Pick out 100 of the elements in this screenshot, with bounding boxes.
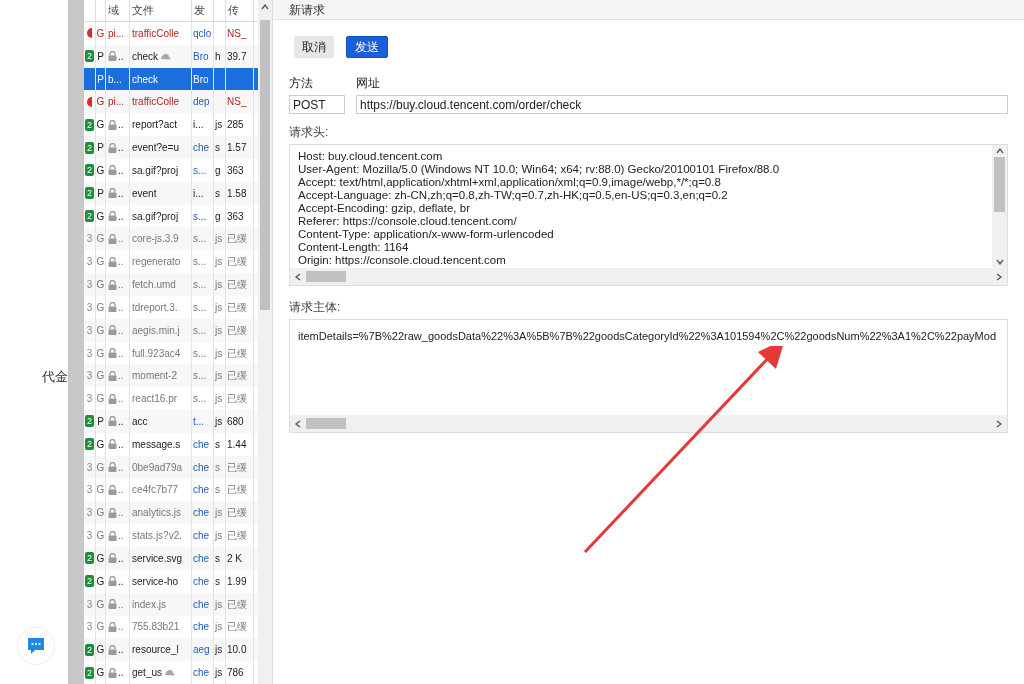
file-name: ce4fc7b77 xyxy=(132,483,179,498)
domain-text: .. xyxy=(118,346,124,361)
domain-text: .. xyxy=(118,163,124,178)
domain-text: .. xyxy=(118,232,124,247)
type-text: js xyxy=(215,506,223,521)
domain-text: .. xyxy=(118,437,124,452)
method-text: G xyxy=(96,620,105,635)
horizontal-scrollbar[interactable] xyxy=(290,415,1007,432)
method-text: G xyxy=(96,643,105,658)
status-code: 3 xyxy=(86,506,93,521)
type-text: s xyxy=(215,437,220,452)
initiator-text: i... xyxy=(193,118,204,133)
request-row[interactable]: 3 G .. 0be9ad79a che s 已缓 xyxy=(84,455,258,479)
status-code: 3 xyxy=(86,483,93,498)
file-name: service.svg xyxy=(132,551,182,566)
transferred-text: 已缓 xyxy=(227,460,247,475)
header-line: Content-Type: application/x-www-form-urlencoded xyxy=(298,228,555,241)
domain-text: .. xyxy=(118,597,124,612)
send-button[interactable]: 发送 xyxy=(346,36,388,58)
scrollbar-thumb[interactable] xyxy=(306,418,346,429)
file-name: index.js xyxy=(132,597,166,612)
initiator-text: s... xyxy=(193,392,207,407)
type-text: js xyxy=(215,278,223,292)
status-code: 3 xyxy=(86,529,93,544)
method-text: G xyxy=(96,574,105,589)
file-name: report?act xyxy=(132,118,178,133)
request-row[interactable]: 2 G .. resource_l aeg js 10.0 xyxy=(84,638,258,662)
type-text: js xyxy=(215,643,223,658)
request-row[interactable]: G pi... trafficColle dep NS_ xyxy=(84,90,258,114)
column-header[interactable]: 域 xyxy=(108,2,119,19)
transferred-text: 已缓 xyxy=(227,392,247,407)
horizontal-scrollbar[interactable] xyxy=(290,268,1007,285)
type-text: js xyxy=(215,597,223,612)
domain-text: .. xyxy=(118,506,124,521)
type-text: g xyxy=(215,163,221,178)
status-code: 3 xyxy=(86,300,93,315)
request-row[interactable]: 2 P .. event?e=u che s 1.57 xyxy=(84,136,258,159)
domain-text: .. xyxy=(118,323,124,338)
transferred-text: 已缓 xyxy=(227,278,247,292)
transferred-text: 已缓 xyxy=(227,323,247,338)
method-text: G xyxy=(96,551,105,566)
initiator-text: dep xyxy=(193,95,210,110)
column-header[interactable]: 发 xyxy=(194,2,205,19)
status-badge: 2 xyxy=(85,666,94,679)
domain-text: .. xyxy=(118,574,124,589)
status-badge: 2 xyxy=(85,187,94,200)
status-code: 3 xyxy=(86,232,93,247)
method-field[interactable]: POST xyxy=(289,95,345,114)
scrollbar-thumb[interactable] xyxy=(994,157,1005,212)
request-row[interactable]: 3 G .. fetch.umd s... js 已缓 xyxy=(84,273,258,296)
method-text: G xyxy=(96,529,105,544)
file-name: resource_l xyxy=(132,643,179,658)
file-name: core-js.3.9 xyxy=(132,232,179,247)
domain-text: .. xyxy=(118,666,124,681)
request-row[interactable]: 3 G .. analytics.js che js 已缓 xyxy=(84,501,258,525)
request-row[interactable]: P b... check Bro xyxy=(84,67,258,91)
request-row[interactable]: 3 G .. core-js.3.9 s... js 已缓 xyxy=(84,227,258,251)
request-row[interactable]: 3 G .. index.js che js 已缓 xyxy=(84,592,258,616)
body-textarea[interactable]: itemDetails=%7B%22raw_goodsData%22%3A%5B%7B%22goodsCategoryId%22%3A101594%2C%22goodsNum%22%3A1%2C%22payMod xyxy=(289,319,1008,433)
transferred-text: 1.99 xyxy=(227,574,247,589)
error-icon xyxy=(87,28,92,39)
vertical-scrollbar[interactable] xyxy=(258,0,272,684)
file-name: fetch.umd xyxy=(132,278,176,292)
chat-button[interactable] xyxy=(17,626,55,665)
cancel-button[interactable]: 取消 xyxy=(294,36,334,58)
method-text: G xyxy=(96,95,105,110)
domain-text: .. xyxy=(118,369,124,384)
request-row[interactable]: 3 G .. moment-2 s... js 已缓 xyxy=(84,364,258,388)
domain-text: .. xyxy=(118,415,124,429)
status-code: 3 xyxy=(86,369,93,384)
domain-text: .. xyxy=(118,620,124,635)
url-field[interactable]: https://buy.cloud.tencent.com/order/check xyxy=(356,95,1008,114)
type-text: s xyxy=(215,574,220,589)
request-row[interactable]: 3 G .. aegis.min.j s... js 已缓 xyxy=(84,318,258,342)
domain-text: b... xyxy=(108,72,122,87)
initiator-text: s... xyxy=(193,163,207,178)
method-text: G xyxy=(96,163,105,178)
type-text: h xyxy=(215,49,221,64)
page-text: 代金 xyxy=(42,368,68,386)
column-header[interactable]: 文件 xyxy=(132,2,154,19)
request-row[interactable]: 2 P .. event i... s 1.58 xyxy=(84,181,258,205)
scrollbar-thumb[interactable] xyxy=(306,271,346,282)
file-name: check xyxy=(132,72,159,87)
file-name: event xyxy=(132,186,157,201)
request-row[interactable]: 2 P .. acc t... js 680 xyxy=(84,410,258,433)
type-text: js xyxy=(215,369,223,384)
scrollbar-thumb[interactable] xyxy=(260,20,270,310)
file-name: service-ho xyxy=(132,574,179,589)
transferred-text: NS_ xyxy=(227,26,247,41)
request-row[interactable]: 2 P .. check Bro h 39.7 xyxy=(84,44,258,68)
domain-text: .. xyxy=(118,529,124,544)
request-row[interactable]: 2 G .. service.svg che s 2 K xyxy=(84,547,258,570)
method-text: G xyxy=(96,369,105,384)
transferred-text: 363 xyxy=(227,163,244,178)
column-header[interactable]: 传 xyxy=(228,2,239,19)
headers-textarea[interactable] xyxy=(289,144,1008,286)
domain-text: .. xyxy=(118,141,124,156)
initiator-text: che xyxy=(193,551,210,566)
file-name: 755.83b21 xyxy=(132,620,180,635)
transferred-text: 1.58 xyxy=(227,186,247,201)
